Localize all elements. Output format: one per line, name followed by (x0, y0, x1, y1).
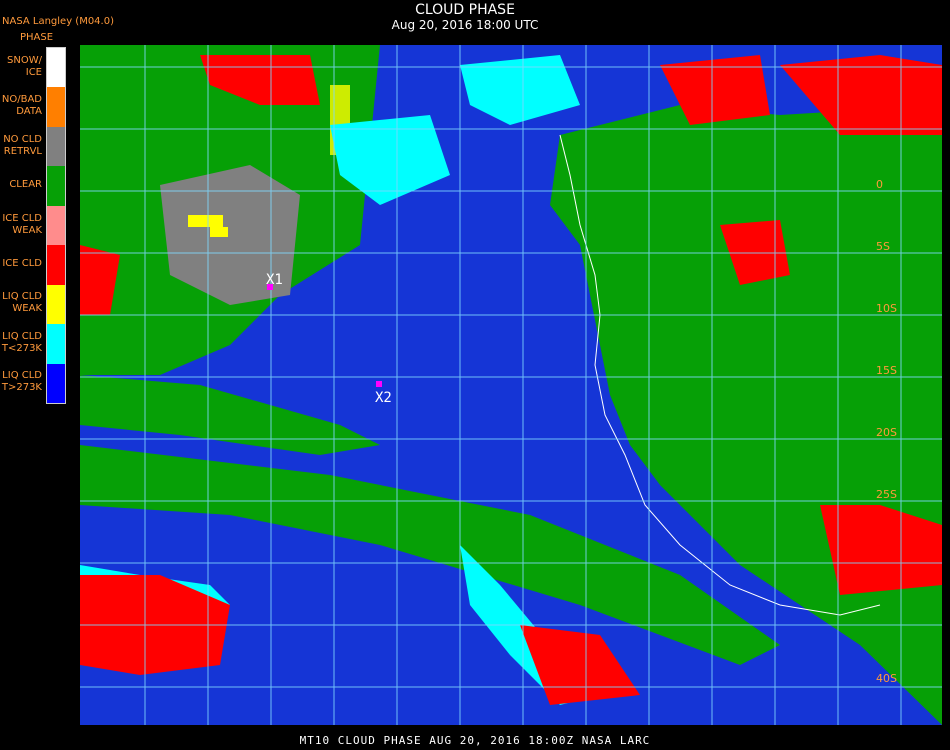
legend-swatch (47, 87, 65, 127)
legend-swatch (47, 166, 65, 206)
legend-label: ICE CLD WEAK (2, 212, 42, 236)
legend-swatch (47, 245, 65, 285)
legend-label: NO/BAD DATA (1, 94, 42, 118)
latitude-label: 5S (876, 240, 890, 253)
footer-caption: MT10 CLOUD PHASE AUG 20, 2016 18:00Z NAS… (299, 734, 651, 747)
marker-x1[interactable]: X1 (266, 272, 283, 290)
legend-color-bar (46, 47, 66, 404)
legend-labels: SNOW/ICE NO/BAD DATA NO CLD RETRVL CLEAR ICE C… (0, 47, 44, 402)
legend-swatch (47, 324, 65, 364)
clear-band-midwest (80, 375, 380, 455)
map-canvas: 0 5S 10S 15S 20S 25S 40S X1 X2 (80, 45, 942, 725)
agency-label: NASA Langley (M04.0) (2, 16, 114, 27)
marker-x2[interactable]: X2 (375, 381, 392, 406)
legend-label: SNOW/ICE (7, 54, 42, 78)
marker-x2-label: X2 (375, 390, 392, 406)
latitude-label: 25S (876, 488, 897, 501)
legend-label: ICE CLD (2, 257, 42, 269)
latitude-label: 40S (876, 672, 897, 685)
page-title: CLOUD PHASE (415, 2, 515, 18)
legend-swatch (47, 205, 65, 246)
weak-liquid-patch-2 (210, 227, 228, 237)
legend-swatch (47, 126, 65, 167)
latitude-label: 15S (876, 364, 897, 377)
latitude-label: 20S (876, 426, 897, 439)
legend-label: NO CLD RETRVL (3, 133, 42, 157)
liquid-cold-northeast (460, 55, 580, 125)
legend-label: LIQ CLD T>273K (1, 370, 42, 394)
date-time-subtitle: Aug 20, 2016 18:00 UTC (391, 18, 539, 32)
cloud-phase-map[interactable]: 0 5S 10S 15S 20S 25S 40S X1 X2 (80, 45, 942, 725)
ice-cloud-south-center (520, 625, 640, 705)
weak-liquid-patch-1 (188, 215, 223, 227)
legend-label: CLEAR (9, 179, 42, 191)
legend-swatch (47, 48, 65, 88)
latitude-label: 0 (876, 178, 883, 191)
marker-x1-label: X1 (266, 272, 283, 288)
legend-title: PHASE (20, 32, 54, 43)
legend-label: LIQ CLD T<273K (1, 330, 42, 354)
latitude-label: 10S (876, 302, 897, 315)
legend-swatch (47, 284, 65, 325)
marker-x2-point[interactable] (376, 381, 382, 387)
legend-swatch (47, 363, 65, 403)
legend-label: LIQ CLD WEAK (2, 291, 42, 315)
